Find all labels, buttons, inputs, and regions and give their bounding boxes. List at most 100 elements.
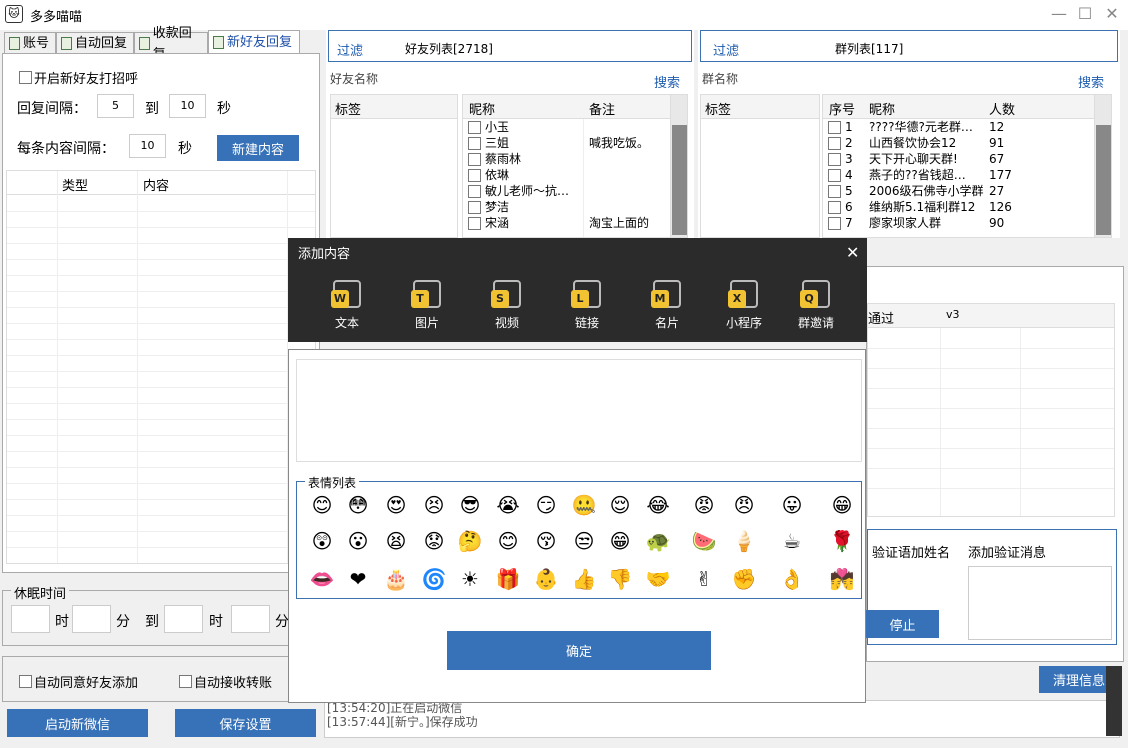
emoji-item[interactable]: 😠 — [731, 492, 757, 518]
interval-to-input[interactable]: 10 — [169, 94, 206, 118]
emoji-item[interactable]: 😊 — [309, 492, 335, 518]
tab-auto-reply[interactable]: 自动回复 — [56, 32, 134, 54]
emoji-item[interactable]: 👌 — [779, 566, 805, 592]
emoji-item[interactable]: 🤐 — [571, 492, 597, 518]
row-checkbox[interactable] — [828, 137, 841, 150]
row-checkbox[interactable] — [468, 201, 481, 214]
groups-filter-link[interactable]: 过滤 — [713, 40, 739, 59]
scroll-thumb[interactable] — [1096, 125, 1111, 235]
emoji-item[interactable]: 😣 — [421, 492, 447, 518]
row-checkbox[interactable] — [468, 137, 481, 150]
row-checkbox[interactable] — [468, 121, 481, 134]
emoji-item[interactable]: 😎 — [457, 492, 483, 518]
save-settings-button[interactable]: 保存设置 — [175, 709, 316, 737]
dialog-close-icon[interactable]: ✕ — [846, 243, 859, 262]
emoji-item[interactable]: 🤔 — [457, 528, 483, 554]
list-item[interactable]: 梦洁 — [463, 199, 671, 215]
emoji-item[interactable]: 🌀 — [421, 566, 447, 592]
friends-scrollbar[interactable] — [670, 95, 687, 237]
verify-message-input[interactable] — [968, 566, 1112, 640]
greet-checkbox-row[interactable]: 开启新好友打招呼 — [19, 68, 138, 87]
emoji-item[interactable]: 😁 — [607, 528, 633, 554]
row-checkbox[interactable] — [468, 217, 481, 230]
list-item[interactable]: 依琳 — [463, 167, 671, 183]
emoji-item[interactable]: 😒 — [571, 528, 597, 554]
row-checkbox[interactable] — [468, 169, 481, 182]
emoji-item[interactable]: 🤝 — [645, 566, 671, 592]
emoji-item[interactable]: 😂 — [645, 492, 671, 518]
list-item[interactable]: 小玉 — [463, 119, 671, 135]
row-checkbox[interactable] — [468, 185, 481, 198]
auto-receive-row[interactable]: 自动接收转账 — [179, 672, 272, 691]
tool-text-button[interactable]: W 文本 — [317, 280, 377, 331]
emoji-item[interactable]: 😮 — [345, 528, 371, 554]
log-scrollbar[interactable] — [1106, 666, 1122, 736]
row-checkbox[interactable] — [828, 217, 841, 230]
list-item[interactable]: 1 ????华德?元老群… 12 — [823, 119, 1095, 135]
row-checkbox[interactable] — [828, 185, 841, 198]
scroll-thumb[interactable] — [672, 125, 687, 235]
sleep-minute-from[interactable] — [72, 605, 111, 633]
emoji-item[interactable]: 😁 — [829, 492, 855, 518]
list-item[interactable]: 3 天下开心聊天群! 67 — [823, 151, 1095, 167]
content-textarea[interactable] — [296, 359, 862, 462]
emoji-item[interactable]: 😲 — [309, 528, 335, 554]
emoji-item[interactable]: 🌹 — [829, 528, 855, 554]
tab-account[interactable]: 账号 — [4, 32, 56, 54]
emoji-item[interactable]: 🍦 — [731, 528, 757, 554]
friends-search-link[interactable]: 搜索 — [654, 72, 680, 91]
maximize-button[interactable]: ☐ — [1074, 4, 1096, 24]
row-checkbox[interactable] — [828, 121, 841, 134]
list-item[interactable]: 2 山西餐饮协会12 91 — [823, 135, 1095, 151]
tool-image-button[interactable]: T 图片 — [397, 280, 457, 331]
emoji-item[interactable]: ☕ — [779, 528, 805, 554]
emoji-item[interactable]: 😭 — [495, 492, 521, 518]
emoji-item[interactable]: 😳 — [345, 492, 371, 518]
stop-button[interactable]: 停止 — [866, 610, 939, 638]
groups-search-link[interactable]: 搜索 — [1078, 72, 1104, 91]
emoji-item[interactable]: 👶 — [533, 566, 559, 592]
emoji-item[interactable]: ✊ — [731, 566, 757, 592]
emoji-item[interactable]: 👍 — [571, 566, 597, 592]
list-item[interactable]: 4 燕子的??省钱超… 177 — [823, 167, 1095, 183]
row-checkbox[interactable] — [468, 153, 481, 166]
emoji-item[interactable]: ✌ — [691, 566, 717, 592]
emoji-item[interactable]: ☀ — [457, 566, 483, 592]
groups-scrollbar[interactable] — [1094, 95, 1111, 237]
emoji-item[interactable]: 💏 — [829, 566, 855, 592]
emoji-item[interactable]: 😟 — [421, 528, 447, 554]
list-item[interactable]: 宋涵 淘宝上面的 — [463, 215, 671, 231]
emoji-item[interactable]: 😛 — [779, 492, 805, 518]
interval-from-input[interactable]: 5 — [97, 94, 134, 118]
list-item[interactable]: 敏儿老师～抗… — [463, 183, 671, 199]
row-checkbox[interactable] — [828, 169, 841, 182]
emoji-item[interactable]: 😡 — [691, 492, 717, 518]
emoji-item[interactable]: 😫 — [383, 528, 409, 554]
emoji-item[interactable]: ❤ — [345, 566, 371, 592]
auto-receive-checkbox[interactable] — [179, 675, 192, 688]
sleep-hour-from[interactable] — [11, 605, 50, 633]
tab-new-friend-reply[interactable]: 新好友回复 — [208, 30, 300, 54]
tool-group-invite-button[interactable]: Q 群邀请 — [786, 280, 846, 331]
friends-filter-link[interactable]: 过滤 — [337, 40, 363, 59]
emoji-item[interactable]: 😊 — [495, 528, 521, 554]
emoji-item[interactable]: 😌 — [607, 492, 633, 518]
tool-miniprogram-button[interactable]: X 小程序 — [714, 280, 774, 331]
tool-card-button[interactable]: M 名片 — [637, 280, 697, 331]
greet-checkbox[interactable] — [19, 71, 32, 84]
row-checkbox[interactable] — [828, 201, 841, 214]
list-item[interactable]: 6 维纳斯5.1福利群12 126 — [823, 199, 1095, 215]
tool-video-button[interactable]: S 视频 — [477, 280, 537, 331]
emoji-item[interactable]: 😚 — [533, 528, 559, 554]
list-item[interactable]: 三姐 喊我吃饭。 — [463, 135, 671, 151]
emoji-item[interactable]: 🎂 — [383, 566, 409, 592]
emoji-item[interactable]: 🐢 — [645, 528, 671, 554]
auto-accept-checkbox[interactable] — [19, 675, 32, 688]
list-item[interactable]: 蔡雨林 — [463, 151, 671, 167]
emoji-item[interactable]: 👎 — [607, 566, 633, 592]
list-item[interactable]: 7 廖家坝家人群 90 — [823, 215, 1095, 231]
tool-link-button[interactable]: L 链接 — [557, 280, 617, 331]
emoji-item[interactable]: 😏 — [533, 492, 559, 518]
start-wechat-button[interactable]: 启动新微信 — [7, 709, 148, 737]
emoji-item[interactable]: 😍 — [383, 492, 409, 518]
